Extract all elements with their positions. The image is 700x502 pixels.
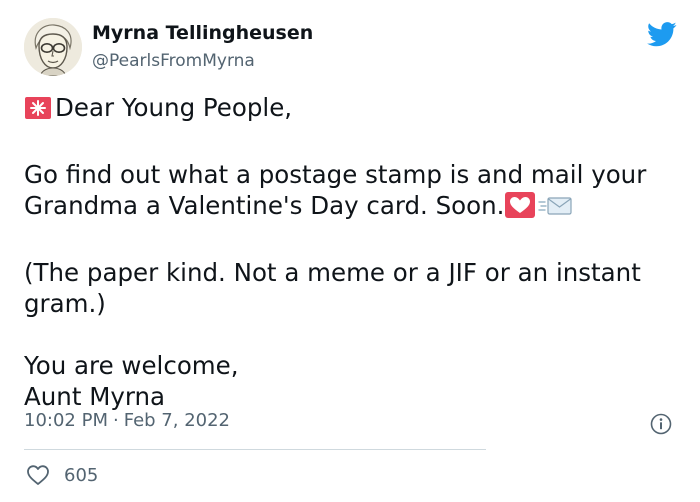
closing-line-1: You are welcome, [24,351,239,380]
aside-paragraph: (The paper kind. Not a meme or a JIF or … [24,257,684,319]
main-paragraph: Go find out what a postage stamp is and … [24,159,684,226]
main-line-1: Go find out what a postage stamp is and … [24,160,647,189]
like-button[interactable]: 605 [26,462,98,488]
greeting-paragraph: Dear Young People, [24,92,684,128]
tweet-text: Dear Young People, Go find out what a po… [24,92,684,412]
tweet-timestamp[interactable]: 10:02 PM · Feb 7, 2022 [24,410,230,431]
envelope-emoji [538,193,574,226]
aside-line-2: gram.) [24,289,106,318]
tweet-date: Feb 7, 2022 [123,410,231,431]
closing-line-2: Aunt Myrna [24,382,166,411]
divider [24,449,486,450]
author-name[interactable]: Myrna Tellingheusen [92,22,313,44]
twitter-bird-icon[interactable] [647,22,677,47]
greeting-text: Dear Young People, [55,93,293,122]
main-line-2: Grandma a Valentine's Day card. Soon. [24,191,505,220]
heart-letter-emoji [504,191,538,226]
closing-paragraph: You are welcome, Aunt Myrna [24,350,684,412]
info-icon[interactable] [650,413,672,435]
tweet-card: Myrna Tellingheusen @PearlsFromMyrna Dea… [0,0,700,502]
tweet-time: 10:02 PM [24,410,108,431]
author-handle[interactable]: @PearlsFromMyrna [92,51,255,71]
rotating-light-emoji [24,95,55,128]
heart-outline-icon [27,465,49,485]
meta-separator: · [112,410,119,431]
aside-line-1: (The paper kind. Not a meme or a JIF or … [24,258,641,287]
like-count: 605 [64,464,99,486]
avatar[interactable] [24,18,82,76]
